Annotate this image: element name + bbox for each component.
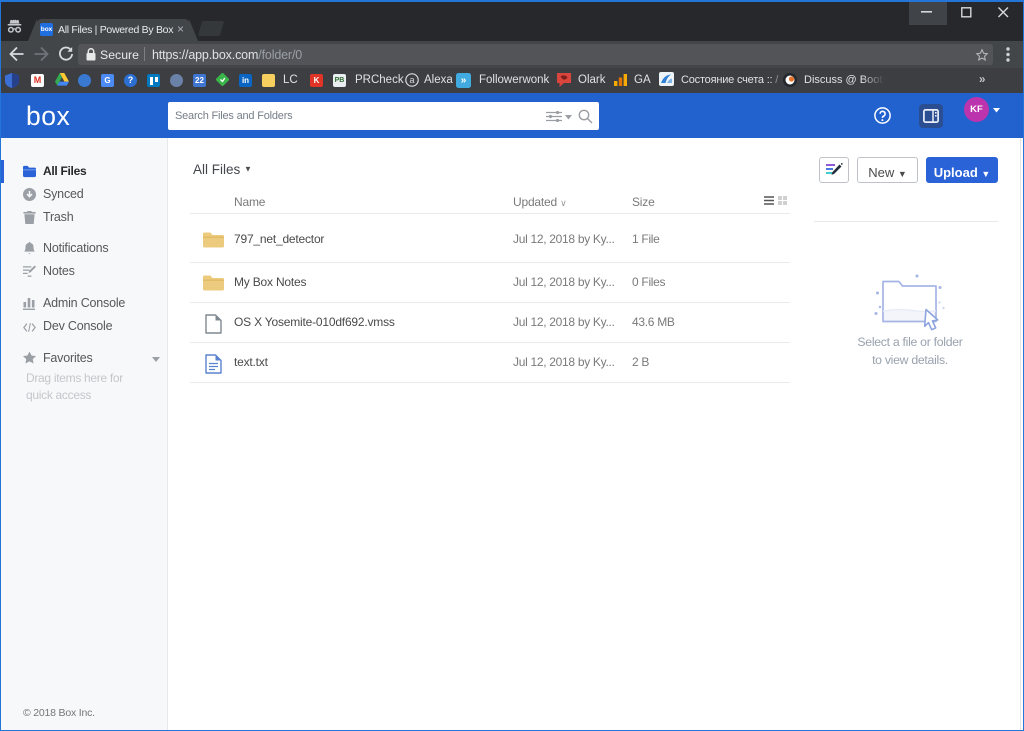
svg-text:a: a xyxy=(409,75,414,85)
